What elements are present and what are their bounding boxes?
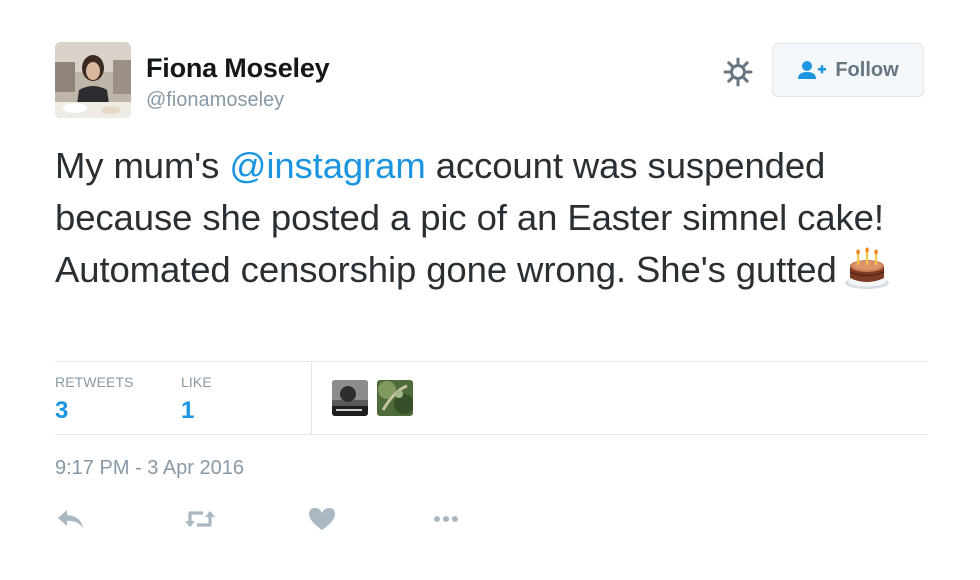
gear-icon[interactable] xyxy=(722,56,754,88)
stats-vertical-divider xyxy=(311,362,312,434)
likers-avatars xyxy=(332,380,413,416)
more-icon[interactable] xyxy=(430,505,464,533)
mention-link[interactable]: @instagram xyxy=(229,145,425,186)
tweet-text: My mum's @instagram account was suspende… xyxy=(55,140,935,296)
follow-button[interactable]: Follow xyxy=(772,43,924,97)
birthday-cake-emoji xyxy=(843,246,891,290)
likes-label: LIKE xyxy=(181,374,212,390)
likes-count: 1 xyxy=(181,397,195,424)
tweet-card: Fiona Moseley @fionamoseley Follow My mu… xyxy=(0,0,980,580)
retweets-count: 3 xyxy=(55,397,69,424)
stats-divider-top xyxy=(55,361,928,362)
retweets-stat[interactable]: RETWEETS 3 xyxy=(55,374,134,425)
stats-divider-bottom xyxy=(55,434,928,435)
user-display-name[interactable]: Fiona Moseley xyxy=(146,53,330,84)
tweet-timestamp[interactable]: 9:17 PM - 3 Apr 2016 xyxy=(55,457,244,480)
user-avatar[interactable] xyxy=(55,42,131,118)
likes-stat[interactable]: LIKE 1 xyxy=(181,374,212,425)
user-handle[interactable]: @fionamoseley xyxy=(146,89,284,112)
liker-avatar[interactable] xyxy=(332,380,368,416)
follow-user-icon xyxy=(797,60,827,80)
reply-icon[interactable] xyxy=(55,505,89,533)
retweets-label: RETWEETS xyxy=(55,374,134,390)
like-icon[interactable] xyxy=(305,505,339,533)
tweet-text-part: My mum's xyxy=(55,145,230,186)
liker-avatar[interactable] xyxy=(377,380,413,416)
retweet-icon[interactable] xyxy=(183,505,217,533)
follow-button-label: Follow xyxy=(835,58,899,81)
